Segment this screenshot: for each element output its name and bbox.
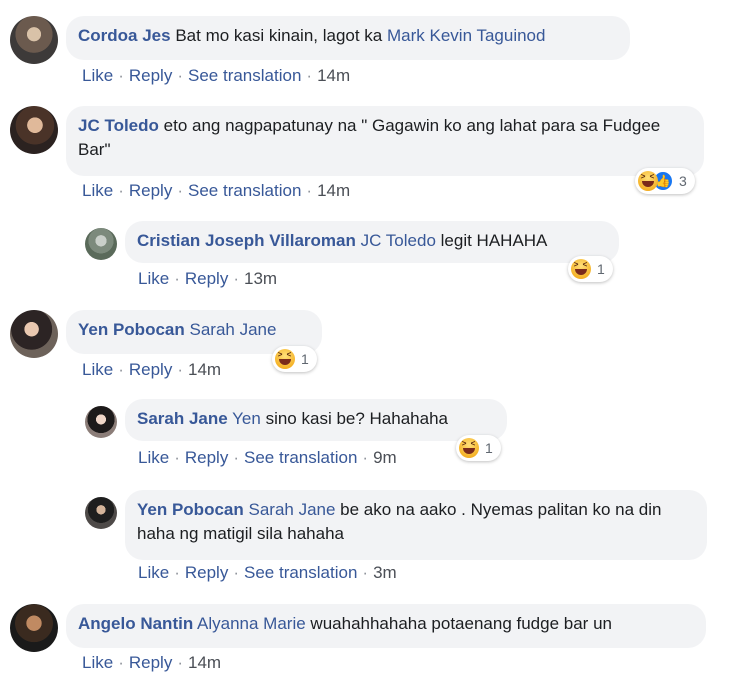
reaction-summary[interactable]: 1 bbox=[272, 346, 317, 372]
reply-link[interactable]: Reply bbox=[185, 448, 228, 467]
see-translation-link[interactable]: See translation bbox=[188, 66, 301, 85]
comment-bubble: JC Toledo eto ang nagpapatunay na " Gaga… bbox=[66, 106, 704, 176]
see-translation-link[interactable]: See translation bbox=[244, 563, 357, 582]
comment-bubble: Cordoa Jes Bat mo kasi kinain, lagot ka … bbox=[66, 16, 630, 60]
comment-author[interactable]: Sarah Jane bbox=[137, 409, 228, 428]
mention-tag[interactable]: JC Toledo bbox=[361, 231, 436, 250]
comment-text: eto ang nagpapatunay na " Gagawin ko ang… bbox=[78, 116, 661, 159]
comment-actions: Like · Reply · See translation · 14m bbox=[82, 181, 351, 200]
reaction-count: 3 bbox=[679, 173, 687, 189]
reaction-summary[interactable]: 1 bbox=[456, 435, 501, 461]
like-link[interactable]: Like bbox=[82, 653, 113, 672]
comment-actions: Like · Reply · 14m bbox=[82, 653, 222, 672]
reaction-count: 1 bbox=[597, 261, 605, 277]
avatar[interactable] bbox=[10, 310, 58, 358]
comment-time[interactable]: 9m bbox=[373, 448, 397, 467]
comment-author[interactable]: Yen Pobocan bbox=[137, 500, 244, 519]
avatar[interactable] bbox=[85, 497, 117, 529]
reaction-count: 1 bbox=[301, 351, 309, 367]
comment-bubble: Cristian Joseph Villaroman JC Toledo leg… bbox=[125, 221, 619, 263]
reply-link[interactable]: Reply bbox=[129, 653, 172, 672]
comment-author[interactable]: Yen Pobocan bbox=[78, 320, 185, 339]
avatar[interactable] bbox=[85, 228, 117, 260]
comment-actions: Like · Reply · See translation · 14m bbox=[82, 66, 351, 85]
like-link[interactable]: Like bbox=[138, 448, 169, 467]
comment-author[interactable]: Angelo Nantin bbox=[78, 614, 193, 633]
reply-link[interactable]: Reply bbox=[129, 66, 172, 85]
comment-actions: Like · Reply · 13m bbox=[138, 269, 278, 288]
comment-text: sino kasi be? Hahahaha bbox=[265, 409, 448, 428]
comment-actions: Like · Reply · 14m bbox=[82, 360, 222, 379]
comment-author[interactable]: JC Toledo bbox=[78, 116, 159, 135]
comment-time[interactable]: 14m bbox=[188, 360, 221, 379]
reply-link[interactable]: Reply bbox=[185, 269, 228, 288]
mention-tag[interactable]: Sarah Jane bbox=[248, 500, 335, 519]
comment-actions: Like · Reply · See translation · 9m bbox=[138, 448, 397, 467]
haha-icon bbox=[275, 349, 295, 369]
comment-bubble: Angelo Nantin Alyanna Marie wuahahhahaha… bbox=[66, 604, 706, 648]
see-translation-link[interactable]: See translation bbox=[244, 448, 357, 467]
comment-bubble: Sarah Jane Yen sino kasi be? Hahahaha bbox=[125, 399, 507, 441]
like-link[interactable]: Like bbox=[82, 360, 113, 379]
mention-tag[interactable]: Alyanna Marie bbox=[197, 614, 306, 633]
avatar[interactable] bbox=[10, 16, 58, 64]
comment-time[interactable]: 14m bbox=[317, 66, 350, 85]
comment-text: wuahahhahaha potaenang fudge bar un bbox=[310, 614, 612, 633]
like-link[interactable]: Like bbox=[138, 269, 169, 288]
like-link[interactable]: Like bbox=[82, 181, 113, 200]
comment-bubble: Yen Pobocan Sarah Jane be ako na aako . … bbox=[125, 490, 707, 560]
comment-time[interactable]: 13m bbox=[244, 269, 277, 288]
like-link[interactable]: Like bbox=[82, 66, 113, 85]
avatar[interactable] bbox=[85, 406, 117, 438]
reaction-summary[interactable]: 👍 3 bbox=[635, 168, 695, 194]
reaction-summary[interactable]: 1 bbox=[568, 256, 613, 282]
haha-icon bbox=[571, 259, 591, 279]
mention-tag[interactable]: Yen bbox=[232, 409, 261, 428]
reply-link[interactable]: Reply bbox=[185, 563, 228, 582]
comment-actions: Like · Reply · See translation · 3m bbox=[138, 563, 397, 582]
comment-time[interactable]: 3m bbox=[373, 563, 397, 582]
like-link[interactable]: Like bbox=[138, 563, 169, 582]
comment-text: Bat mo kasi kinain, lagot ka bbox=[175, 26, 383, 45]
comment-author[interactable]: Cordoa Jes bbox=[78, 26, 171, 45]
see-translation-link[interactable]: See translation bbox=[188, 181, 301, 200]
haha-icon bbox=[459, 438, 479, 458]
comment-author[interactable]: Cristian Joseph Villaroman bbox=[137, 231, 356, 250]
reply-link[interactable]: Reply bbox=[129, 360, 172, 379]
comment-time[interactable]: 14m bbox=[188, 653, 221, 672]
comment-time[interactable]: 14m bbox=[317, 181, 350, 200]
comment-text: legit HAHAHA bbox=[440, 231, 548, 250]
mention-tag[interactable]: Sarah Jane bbox=[189, 320, 276, 339]
avatar[interactable] bbox=[10, 604, 58, 652]
mention-tag[interactable]: Mark Kevin Taguinod bbox=[387, 26, 545, 45]
avatar[interactable] bbox=[10, 106, 58, 154]
haha-icon bbox=[638, 171, 658, 191]
reply-link[interactable]: Reply bbox=[129, 181, 172, 200]
reaction-count: 1 bbox=[485, 440, 493, 456]
